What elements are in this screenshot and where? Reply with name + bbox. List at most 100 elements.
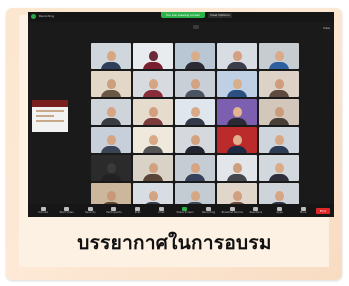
participant-face (148, 163, 158, 173)
participant-video-tile[interactable] (217, 127, 257, 153)
toolbar-button-label: Chat (158, 210, 165, 214)
participant-face (106, 135, 116, 145)
participant-video-tile[interactable] (175, 71, 215, 97)
participant-video-tile[interactable] (259, 71, 299, 97)
participant-face (232, 163, 242, 173)
participant-face (106, 79, 116, 89)
shared-slide-line (36, 115, 54, 117)
participant-body (227, 118, 247, 125)
toolbar-button-reactions[interactable]: Reactions (245, 206, 267, 215)
participant-face (148, 107, 158, 117)
participant-video-tile[interactable] (91, 99, 131, 125)
participant-body (227, 146, 247, 153)
toolbar-button-share-screen[interactable]: Share Screen (174, 206, 196, 215)
participant-video-tile[interactable] (91, 127, 131, 153)
toolbar-button-label: Polls (134, 210, 141, 214)
shared-slide-line (36, 120, 64, 122)
participant-video-tile[interactable] (133, 71, 173, 97)
participant-face (190, 135, 200, 145)
participant-face (190, 107, 200, 117)
participant-face (232, 191, 242, 201)
participant-body (227, 90, 247, 97)
participant-face (232, 135, 242, 145)
shared-screen-thumbnail[interactable] (32, 100, 68, 132)
participant-video-tile[interactable] (175, 155, 215, 181)
participant-body (269, 146, 289, 153)
participant-video-tile[interactable] (175, 43, 215, 69)
shared-slide-header (32, 100, 68, 107)
participant-face (148, 191, 158, 201)
participant-face (106, 51, 116, 61)
participant-body (269, 90, 289, 97)
view-options-button[interactable]: View Options (208, 13, 232, 18)
participant-face (190, 163, 200, 173)
participant-video-tile[interactable] (133, 155, 173, 181)
participant-face (274, 191, 284, 201)
participant-face (190, 79, 200, 89)
participant-video-tile[interactable] (217, 155, 257, 181)
participant-face (232, 79, 242, 89)
participant-face (190, 191, 200, 201)
participant-face (148, 79, 158, 89)
toolbar-button-label: Breakout Rooms (221, 210, 243, 214)
zoom-meeting-window: Recording You are viewing screen View Op… (28, 12, 334, 217)
toolbar-button-apps[interactable]: Apps (269, 206, 291, 215)
toolbar-button-label: Start Video (59, 210, 74, 214)
participant-body (185, 118, 205, 125)
toolbar-button-more[interactable]: More (292, 206, 314, 215)
participant-body (143, 118, 163, 125)
participant-face (106, 191, 116, 201)
participant-body (185, 146, 205, 153)
toolbar-button-chat[interactable]: Chat (150, 206, 172, 215)
toolbar-button-unmute[interactable]: Unmute (32, 206, 54, 215)
security-shield-icon (31, 14, 36, 19)
participant-video-tile[interactable] (91, 155, 131, 181)
participant-face (274, 107, 284, 117)
participant-video-tile[interactable] (217, 71, 257, 97)
end-meeting-button[interactable]: End (315, 207, 330, 214)
participant-body (143, 62, 163, 69)
toolbar-button-recording[interactable]: Recording (198, 206, 220, 215)
participant-video-tile[interactable] (91, 71, 131, 97)
participant-video-grid (91, 43, 299, 209)
participant-video-tile[interactable] (259, 43, 299, 69)
toolbar-button-label: Apps (276, 210, 283, 214)
participant-body (101, 174, 121, 181)
participant-face (106, 163, 116, 173)
participant-face (274, 163, 284, 173)
toolbar-button-polls[interactable]: Polls (127, 206, 149, 215)
participant-body (269, 118, 289, 125)
toolbar-button-participants[interactable]: Participants (103, 206, 125, 215)
toolbar-button-start-video[interactable]: Start Video (56, 206, 78, 215)
participant-video-tile[interactable] (133, 127, 173, 153)
participant-video-tile[interactable] (133, 43, 173, 69)
participant-video-tile[interactable] (259, 155, 299, 181)
toolbar-button-label: Security (84, 210, 96, 214)
toolbar-button-label: Recording (202, 210, 216, 214)
participant-video-tile[interactable] (217, 43, 257, 69)
participant-face (232, 107, 242, 117)
recording-indicator[interactable]: Recording (39, 14, 54, 19)
participant-video-tile[interactable] (217, 99, 257, 125)
participant-body (269, 62, 289, 69)
participant-body (185, 62, 205, 69)
participant-body (227, 62, 247, 69)
participant-video-tile[interactable] (175, 127, 215, 153)
toolbar-button-breakout-rooms[interactable]: Breakout Rooms (221, 206, 243, 215)
participant-body (143, 174, 163, 181)
view-button[interactable]: View (323, 26, 330, 30)
participant-video-tile[interactable] (259, 127, 299, 153)
collapse-chevron-icon[interactable] (193, 25, 199, 29)
participant-video-tile[interactable] (175, 99, 215, 125)
participant-body (101, 62, 121, 69)
participant-body (101, 146, 121, 153)
participant-face (274, 51, 284, 61)
participant-face (190, 51, 200, 61)
participant-video-tile[interactable] (91, 43, 131, 69)
participant-face (274, 135, 284, 145)
toolbar-button-security[interactable]: Security (79, 206, 101, 215)
participant-video-tile[interactable] (259, 99, 299, 125)
toolbar-button-label: Share Screen (176, 210, 194, 214)
participant-video-tile[interactable] (133, 99, 173, 125)
participant-face (106, 107, 116, 117)
